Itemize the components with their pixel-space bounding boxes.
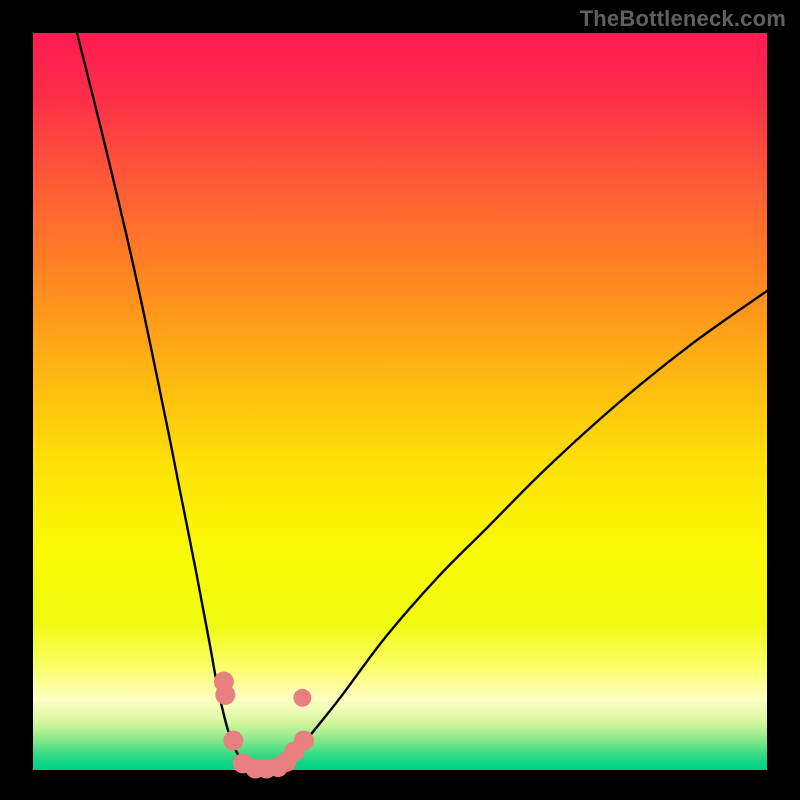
- gradient-background: [33, 33, 767, 770]
- marker-dot: [294, 731, 314, 751]
- marker-dot: [215, 685, 235, 705]
- bottleneck-chart: [0, 0, 800, 800]
- watermark-text: TheBottleneck.com: [580, 6, 786, 32]
- marker-dot: [223, 731, 243, 751]
- marker-dot: [293, 689, 311, 707]
- chart-frame: TheBottleneck.com: [0, 0, 800, 800]
